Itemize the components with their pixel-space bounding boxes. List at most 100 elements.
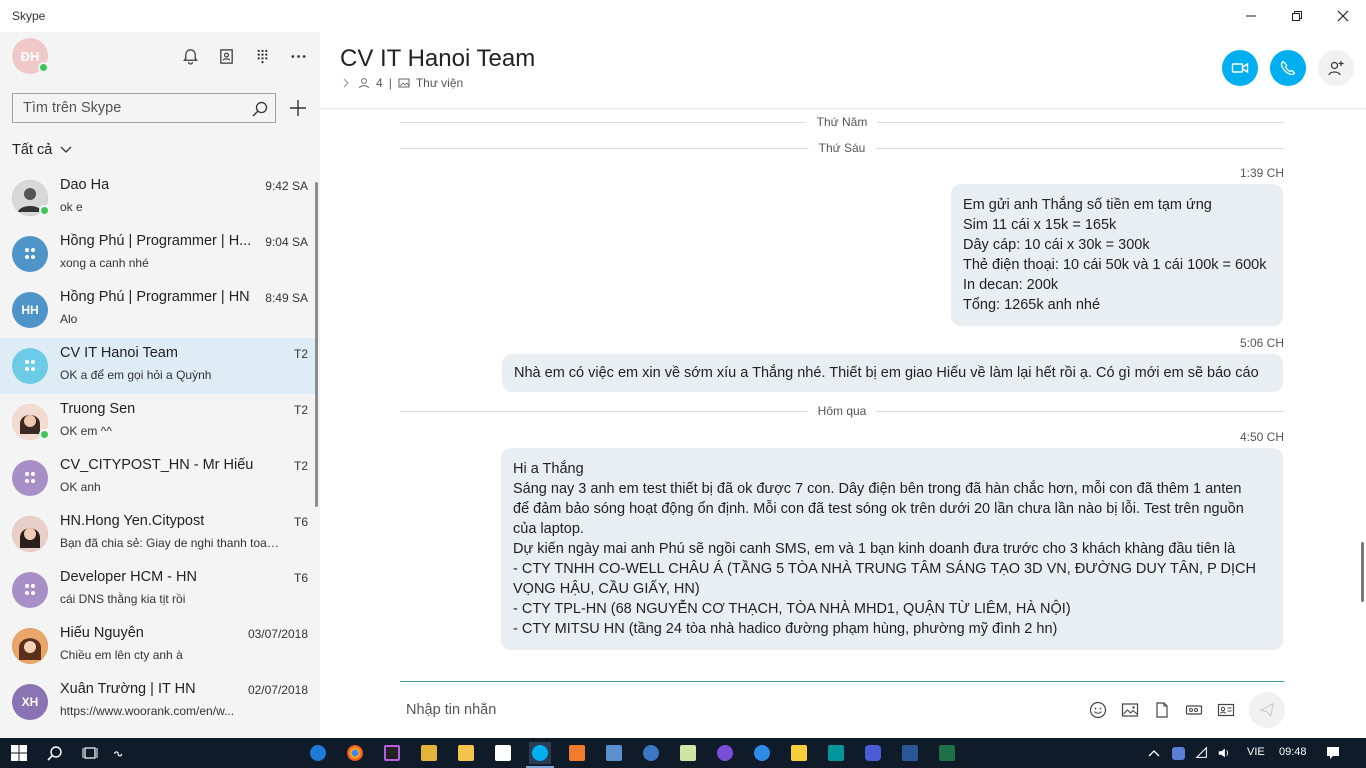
app-title: Skype: [12, 9, 46, 23]
profile-avatar[interactable]: ĐH: [12, 38, 49, 74]
message-input[interactable]: [406, 698, 966, 722]
action-center-icon[interactable]: [1322, 742, 1344, 764]
chat-name: HN.Hong Yen.Citypost: [60, 513, 205, 529]
video-camera-icon: [1231, 62, 1249, 74]
add-people-button[interactable]: [1318, 50, 1354, 86]
chat-list-item[interactable]: CV_CITYPOST_HN - Mr Hiếu OK anh T2: [0, 450, 316, 506]
contacts-icon[interactable]: [214, 44, 238, 68]
chevron-down-icon: [60, 146, 72, 153]
chat-list-item[interactable]: Developer HCM - HN cái DNS thằng kia tịt…: [0, 562, 316, 618]
message-bubble[interactable]: Nhà em có việc em xin về sớm xíu a Thắng…: [502, 354, 1283, 392]
search-icon[interactable]: [251, 100, 269, 118]
avatar-initials: HH: [21, 303, 39, 317]
chevron-up-icon[interactable]: [1143, 742, 1165, 764]
excel-icon[interactable]: [936, 742, 958, 764]
chat-preview: Chiều em lên cty anh à: [60, 648, 183, 662]
participant-count[interactable]: 4: [376, 76, 383, 90]
message-line: Thẻ điện thoại: 10 cái 50k và 1 cái 100k…: [963, 257, 1267, 273]
day-separator: Thứ Sáu: [400, 141, 1284, 155]
meta-separator: |: [388, 76, 392, 90]
sidebar-scrollbar[interactable]: [315, 182, 318, 507]
skype-taskbar-icon[interactable]: [529, 742, 551, 764]
image-icon[interactable]: [1120, 700, 1140, 720]
app-icon[interactable]: [714, 742, 736, 764]
chat-name: Hồng Phú | Programmer | H...: [60, 233, 252, 249]
search-icon[interactable]: [44, 742, 66, 764]
arduino-icon[interactable]: [825, 742, 847, 764]
notifications-bell-icon[interactable]: [178, 44, 202, 68]
message-line: Tổng: 1265k anh nhé: [963, 297, 1101, 313]
chevron-right-icon[interactable]: [340, 77, 352, 89]
tools-app-icon[interactable]: [418, 742, 440, 764]
video-message-icon[interactable]: [1184, 700, 1204, 720]
chat-list-item[interactable]: HH Hồng Phú | Programmer | HN Alo 8:49 S…: [0, 282, 316, 338]
new-chat-plus-icon[interactable]: [288, 98, 308, 118]
conversation-scrollbar[interactable]: [1361, 542, 1364, 602]
chat-name: Hồng Phú | Programmer | HN: [60, 289, 250, 305]
chat-time: T2: [293, 403, 308, 417]
chat-list-item[interactable]: Dao Ha ok e 9:42 SA: [0, 170, 316, 226]
chat-list-item[interactable]: Hiếu Nguyễn Chiều em lên cty anh à 03/07…: [0, 618, 316, 674]
chat-list: Dao Ha ok e 9:42 SA Hồng Phú | Programme…: [0, 170, 316, 730]
notepad-icon[interactable]: [677, 742, 699, 764]
input-language[interactable]: VIE: [1247, 746, 1265, 758]
clock[interactable]: 09:48: [1279, 746, 1307, 758]
maximize-button[interactable]: [1274, 0, 1320, 32]
remote-desktop-icon[interactable]: [603, 742, 625, 764]
close-button[interactable]: [1320, 0, 1366, 32]
conversation-title: CV IT Hanoi Team: [340, 45, 536, 72]
store-icon[interactable]: [492, 742, 514, 764]
chat-filter-dropdown[interactable]: Tất cả: [12, 142, 72, 158]
search-input[interactable]: [13, 94, 243, 122]
edge-browser-icon[interactable]: [307, 742, 329, 764]
chat-list-item-selected[interactable]: CV IT Hanoi Team OK a để em gọi hỏi a Qu…: [0, 338, 316, 394]
file-explorer-icon[interactable]: [455, 742, 477, 764]
search-box[interactable]: [12, 93, 276, 123]
chat-list-item[interactable]: Truong Sen OK em ^^ T2: [0, 394, 316, 450]
gallery-icon[interactable]: [398, 77, 410, 89]
minimize-button[interactable]: [1228, 0, 1274, 32]
chat-time: 03/07/2018: [247, 627, 308, 641]
chrome-browser-icon[interactable]: [344, 742, 366, 764]
chat-preview: ok e: [60, 200, 83, 214]
wifi-icon[interactable]: [1191, 742, 1213, 764]
more-options-icon[interactable]: [286, 44, 310, 68]
day-separator: Hôm qua: [400, 404, 1284, 418]
video-call-button[interactable]: [1222, 50, 1258, 86]
message-bubble[interactable]: Hi a Thắng Sáng nay 3 anh em test thiết …: [501, 448, 1283, 650]
participants-icon[interactable]: [358, 77, 370, 89]
task-view-icon[interactable]: [79, 742, 101, 764]
windows-start-icon[interactable]: [8, 742, 30, 764]
teamviewer-icon[interactable]: [751, 742, 773, 764]
word-icon[interactable]: [899, 742, 921, 764]
app-icon[interactable]: [862, 742, 884, 764]
send-button[interactable]: [1249, 692, 1285, 728]
chat-list-item[interactable]: XH Xuân Trường | IT HN https://www.woora…: [0, 674, 316, 730]
chat-time: 8:49 SA: [265, 291, 308, 305]
audio-call-button[interactable]: [1270, 50, 1306, 86]
contact-card-icon[interactable]: [1216, 700, 1236, 720]
keyboard-lang-icon[interactable]: [108, 742, 130, 764]
message-bubble[interactable]: Em gửi anh Thắng số tiền em tạm ứng Sim …: [951, 184, 1283, 326]
chat-list-item[interactable]: Hồng Phú | Programmer | H... xong a canh…: [0, 226, 316, 282]
add-person-icon: [1328, 61, 1344, 76]
chat-preview: Alo: [60, 312, 78, 326]
dialpad-icon[interactable]: [250, 44, 274, 68]
app-icon[interactable]: [788, 742, 810, 764]
emoji-icon[interactable]: [1088, 700, 1108, 720]
chat-time: T6: [293, 515, 308, 529]
volume-icon[interactable]: [1213, 742, 1235, 764]
app-icon[interactable]: [640, 742, 662, 764]
avatar-initials: XH: [21, 695, 39, 709]
profile-initials: ĐH: [20, 48, 40, 64]
group-avatar-icon: [12, 460, 48, 496]
conversation-pane: CV IT Hanoi Team 4 | Thư viện Thứ Năm Th…: [320, 32, 1366, 738]
chat-list-item[interactable]: HN.Hong Yen.Citypost Bạn đã chia sẻ: Gia…: [0, 506, 316, 562]
avatar: HH: [12, 292, 48, 328]
xampp-icon[interactable]: [566, 742, 588, 764]
chat-time: 9:42 SA: [265, 179, 308, 193]
gallery-link[interactable]: Thư viện: [416, 76, 463, 90]
file-icon[interactable]: [1152, 700, 1172, 720]
tray-app-icon[interactable]: [1167, 742, 1189, 764]
phpstorm-icon[interactable]: [381, 742, 403, 764]
